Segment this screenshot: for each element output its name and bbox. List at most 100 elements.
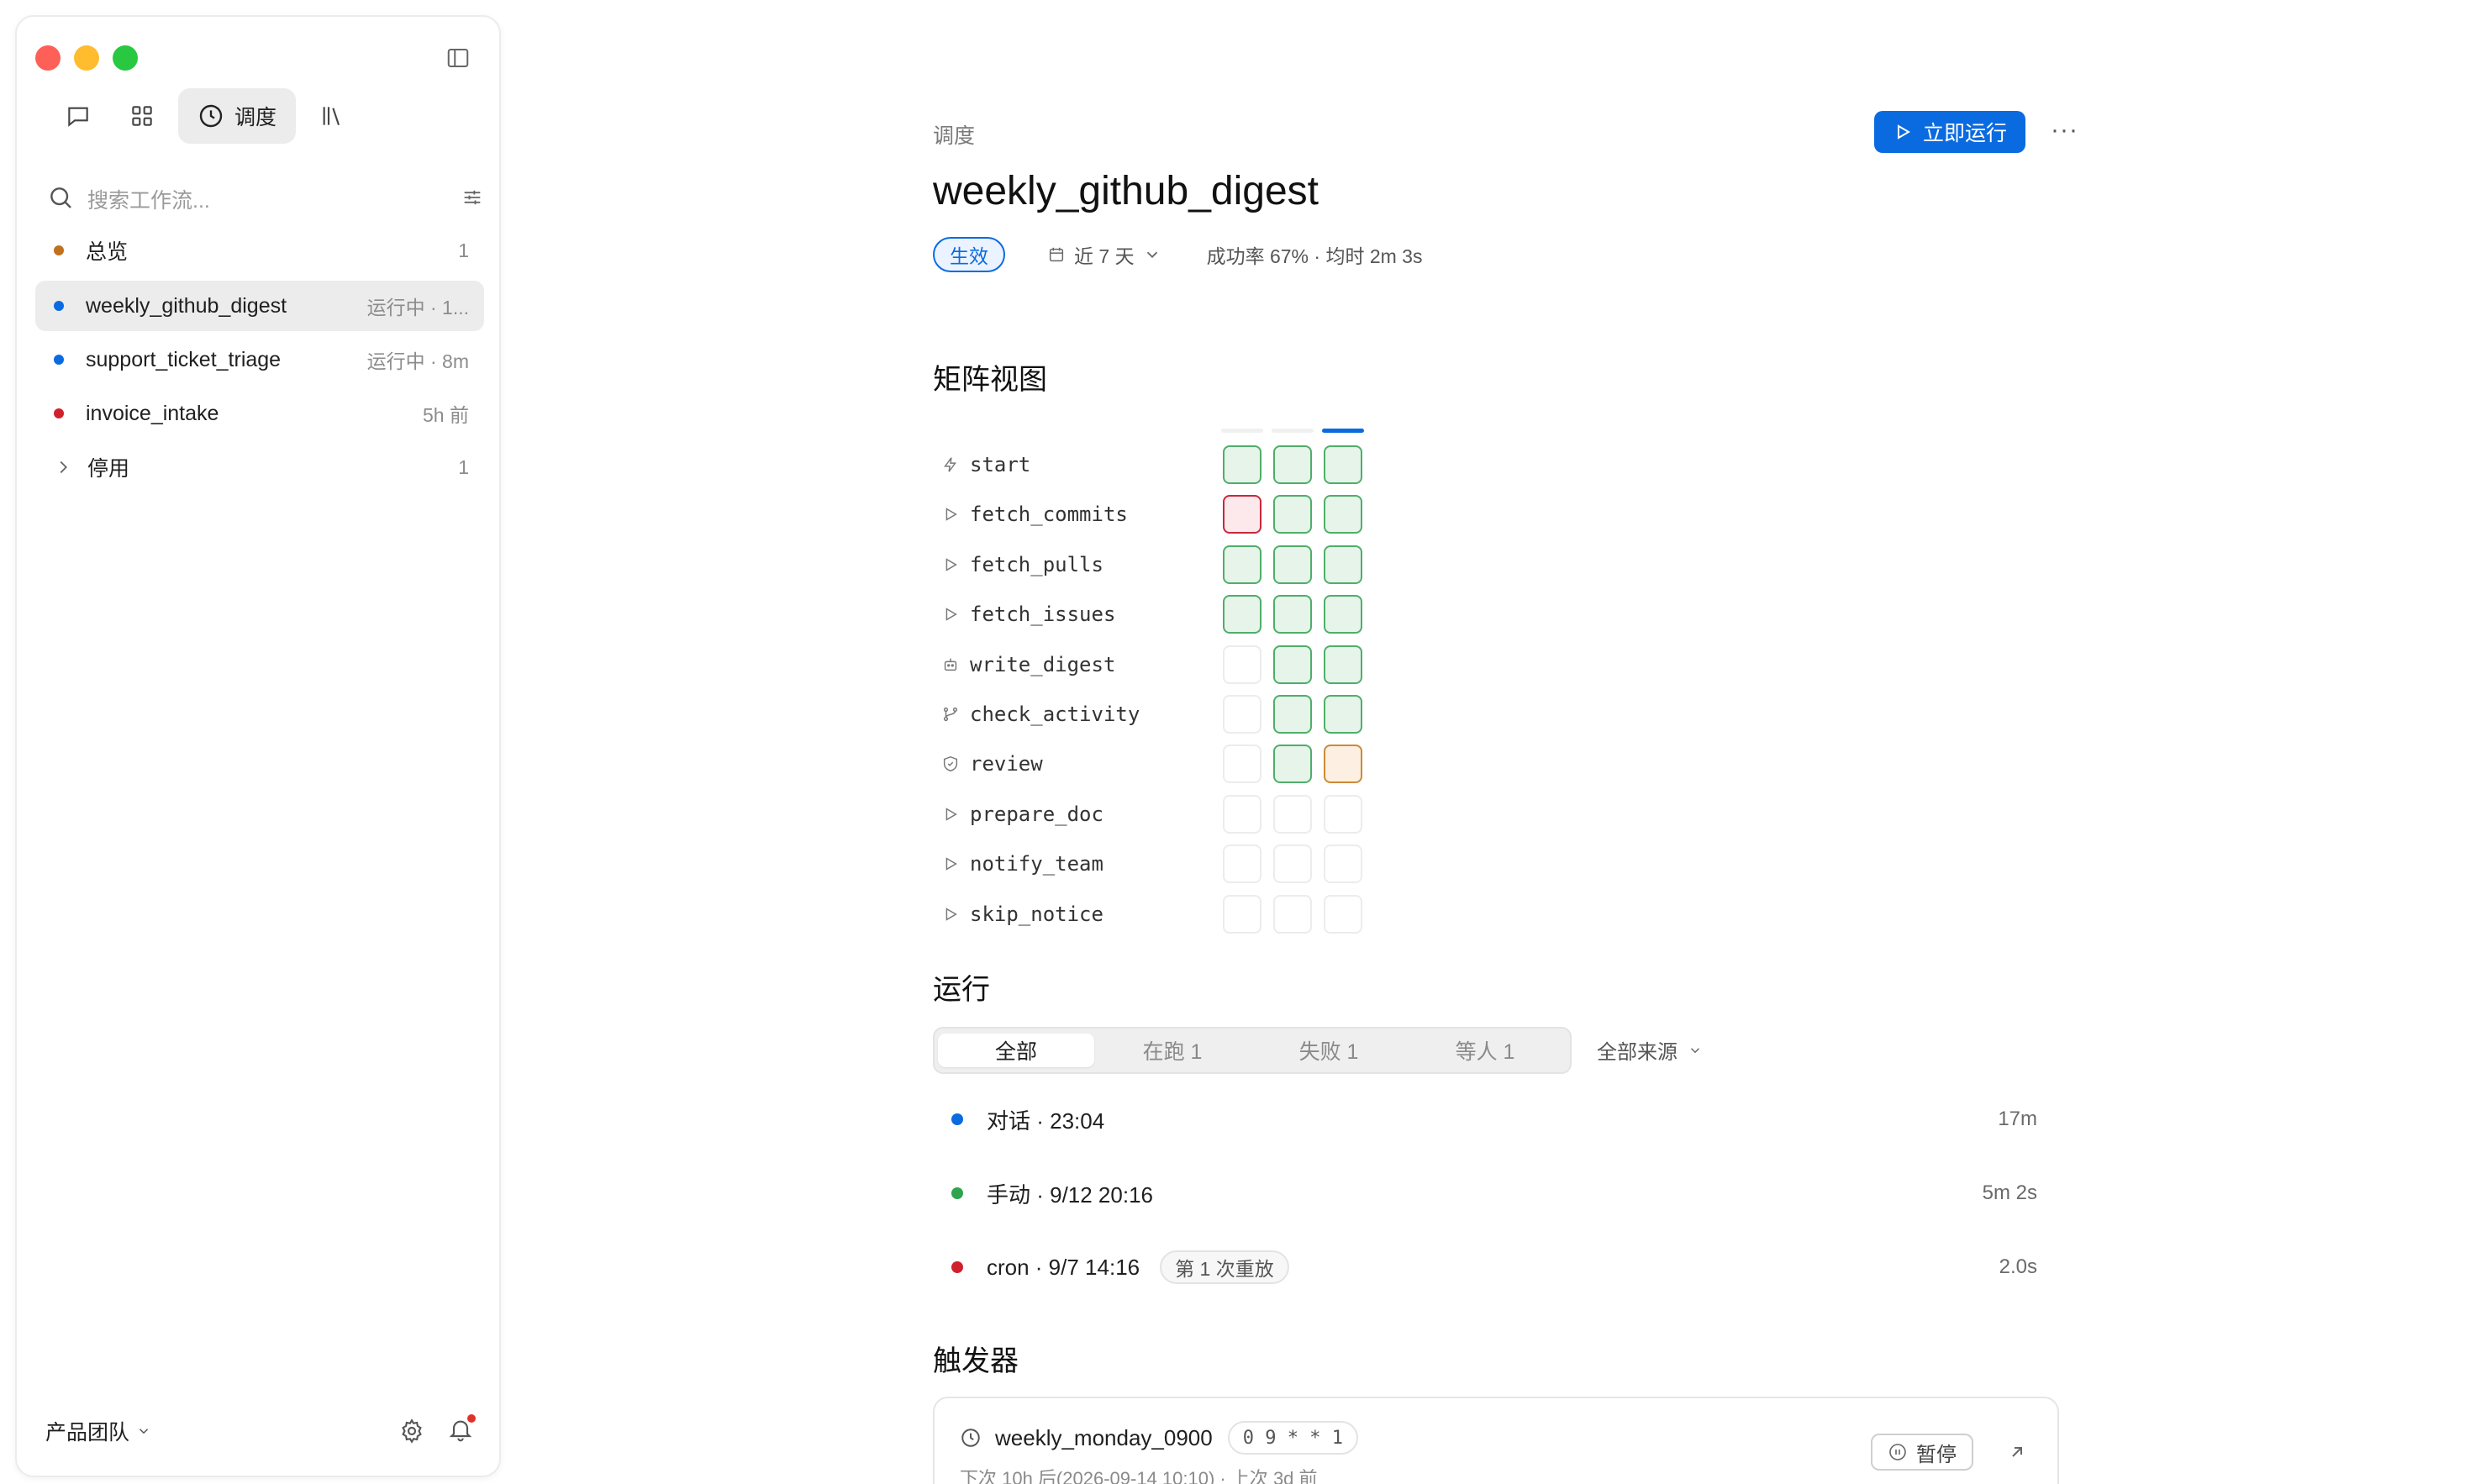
status-row: 生效 近 7 天 成功率 67% · 均时 2m 3s [933,235,1422,274]
matrix-cell-empty[interactable] [1324,794,1362,834]
run-column-header[interactable] [1272,429,1314,433]
source-filter-dropdown[interactable]: 全部来源 [1597,1035,1703,1065]
external-link-icon[interactable] [2007,1442,2027,1462]
step-name: prepare_doc [970,802,1103,826]
matrix-cell-empty[interactable] [1273,894,1312,934]
matrix-cell-ok[interactable] [1273,545,1312,584]
matrix-cell-empty[interactable] [1223,645,1261,684]
gear-icon[interactable] [398,1418,425,1445]
matrix-cell-ok[interactable] [1324,645,1362,684]
matrix-cell-empty[interactable] [1223,794,1261,834]
matrix-row: fetch_pulls [933,541,1103,588]
date-range-picker[interactable]: 近 7 天 [1047,240,1161,269]
triggers-heading: 触发器 [933,1345,1019,1377]
matrix-row: fetch_commits [933,491,1128,538]
zoom-window-button[interactable] [113,45,138,71]
run-label: 对话 · 23:04 [987,1108,1105,1134]
sidebar-item-disabled-group[interactable]: 停用 1 [35,442,484,492]
matrix-cell-wait[interactable] [1324,745,1362,784]
matrix-cell-ok[interactable] [1324,495,1362,534]
search-icon [47,184,74,215]
matrix-cell-ok[interactable] [1273,445,1312,484]
status-dot [54,245,64,255]
run-row[interactable]: 手动 · 9/12 20:16 5m 2s [933,1168,2051,1218]
notifications-button[interactable] [447,1413,476,1447]
step-name: check_activity [970,703,1140,726]
run-now-button[interactable]: 立即运行 [1874,111,2025,153]
clock-icon [961,1429,980,1447]
matrix-cell-empty[interactable] [1223,894,1261,934]
filter-icon[interactable] [461,186,484,213]
matrix-cell-ok[interactable] [1223,595,1261,634]
matrix-cell-ok[interactable] [1273,645,1312,684]
pause-trigger-button[interactable]: 暂停 [1871,1434,1973,1471]
matrix-cell-ok[interactable] [1273,745,1312,784]
branch-icon [938,702,963,727]
schedule-nav-button[interactable]: 调度 [178,88,296,144]
matrix-row: start [933,441,1030,488]
main-content: 调度 立即运行 ··· weekly_github_digest 生效 近 7 … [933,0,2084,1484]
matrix-cell-fail[interactable] [1223,495,1261,534]
sidebar-item-invoice-intake[interactable]: invoice_intake 5h 前 [35,388,484,439]
matrix-cell-empty[interactable] [1273,845,1312,884]
minimize-window-button[interactable] [74,45,99,71]
tab-all[interactable]: 全部 [938,1034,1094,1067]
matrix-cell-ok[interactable] [1223,545,1261,584]
chevron-down-icon [1146,251,1157,259]
library-nav-button[interactable] [304,88,360,144]
matrix-row: skip_notice [933,891,1103,938]
matrix-cell-ok[interactable] [1273,495,1312,534]
sidebar-item-support-ticket-triage[interactable]: support_ticket_triage 运行中 · 8m [35,334,484,385]
matrix-cell-ok[interactable] [1273,595,1312,634]
sidebar-item-overview[interactable]: 总览 1 [35,225,484,276]
sidebar-toggle-icon[interactable] [445,45,471,71]
sidebar-item-weekly-github-digest[interactable]: weekly_github_digest 运行中 · 1... [35,281,484,331]
matrix-cell-ok[interactable] [1324,595,1362,634]
matrix-cell-empty[interactable] [1324,845,1362,884]
bolt-icon [938,452,963,477]
sidebar-nav: 调度 [50,88,368,144]
matrix-cell-ok[interactable] [1324,695,1362,734]
workflow-search[interactable]: 搜索工作流... [47,178,484,220]
matrix-cell-empty[interactable] [1273,794,1312,834]
matrix-row: review [933,740,1043,787]
more-options-button[interactable]: ··· [2051,116,2078,145]
matrix-cell-empty[interactable] [1223,745,1261,784]
matrix-cell-empty[interactable] [1324,894,1362,934]
matrix-row: write_digest [933,641,1115,688]
tab-running[interactable]: 在跑 1 [1094,1034,1251,1067]
chat-nav-button[interactable] [50,88,106,144]
matrix-cell-empty[interactable] [1223,695,1261,734]
team-switcher[interactable]: 产品团队 [45,1416,151,1446]
run-label: 手动 · 9/12 20:16 [987,1181,1153,1208]
status-dot [54,355,64,365]
status-dot [54,408,64,418]
matrix-cell-empty[interactable] [1223,845,1261,884]
trigger-schedule-info: 下次 10h 后(2026-09-14 10:10) · 上次 3d 前 [960,1468,1318,1484]
matrix-cell-ok[interactable] [1324,445,1362,484]
tab-waiting[interactable]: 等人 1 [1407,1034,1563,1067]
play-icon [938,902,963,927]
runs-heading: 运行 [933,974,990,1006]
grid-nav-button[interactable] [114,88,170,144]
tab-failed[interactable]: 失败 1 [1251,1034,1407,1067]
sidebar-item-count: 1 [458,239,469,261]
notification-badge [467,1413,476,1423]
sidebar-item-label: support_ticket_triage [86,347,282,371]
run-column-header[interactable] [1322,429,1364,433]
run-row[interactable]: cron · 9/7 14:16 第 1 次重放 2.0s [933,1242,2051,1292]
close-window-button[interactable] [35,45,61,71]
play-icon [938,502,963,527]
replay-badge: 第 1 次重放 [1160,1250,1289,1284]
sidebar-item-meta: 运行中 · 1... [366,297,469,318]
matrix-cell-ok[interactable] [1324,545,1362,584]
trigger-card[interactable]: weekly_monday_0900 0 9 * * 1 下次 10h 后(20… [933,1397,2059,1484]
breadcrumb[interactable]: 调度 [933,119,975,150]
chevron-right-icon [60,460,67,474]
matrix-cell-ok[interactable] [1273,695,1312,734]
matrix-cell-ok[interactable] [1223,445,1261,484]
chat-icon [68,107,88,127]
search-input[interactable]: 搜索工作流... [87,184,461,214]
run-row[interactable]: 对话 · 23:04 17m [933,1094,2051,1145]
run-column-header[interactable] [1221,429,1263,433]
